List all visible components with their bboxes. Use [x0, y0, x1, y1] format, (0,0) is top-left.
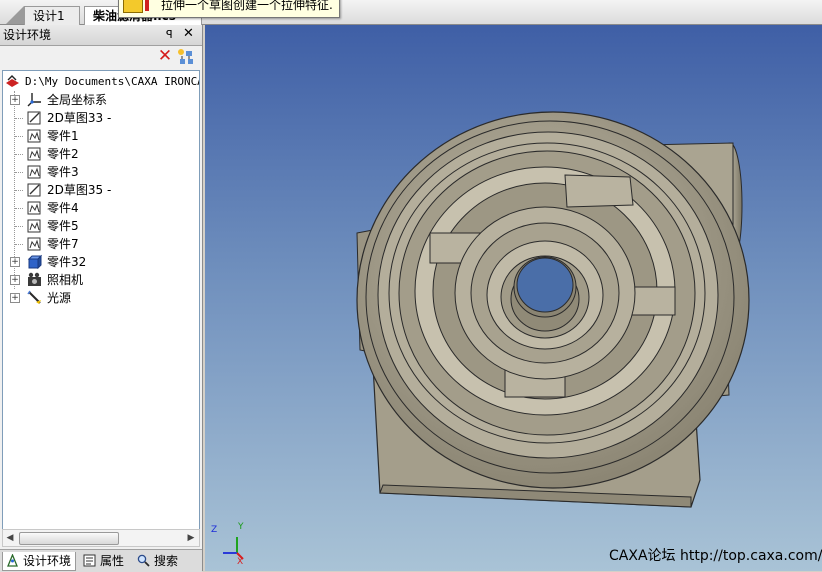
tab-search[interactable]: 搜索 — [134, 552, 194, 570]
extrude-tooltip: 拉伸一个草图创建一个拉伸特征. — [118, 0, 340, 18]
sketch-icon — [27, 183, 41, 197]
forum-watermark: CAXA论坛 http://top.caxa.com/ — [609, 548, 822, 564]
axis-label-x: X — [237, 557, 244, 567]
tree-item-label: 光源 — [47, 291, 72, 305]
tree-item-label: 零件4 — [47, 201, 79, 215]
camera-icon — [28, 272, 41, 286]
close-icon[interactable]: ✕ — [183, 24, 194, 44]
delete-icon[interactable]: ✕ — [157, 48, 173, 65]
part-icon — [27, 165, 41, 179]
panel-header: 设计环境 ꟼ ✕ — [0, 25, 202, 46]
expand-icon[interactable]: + — [10, 293, 20, 303]
tab-design1[interactable]: 设计1 — [24, 6, 80, 25]
expand-icon[interactable]: + — [10, 257, 20, 267]
tree-item-label: 零件7 — [47, 237, 79, 251]
tree-item-label: 零件3 — [47, 165, 79, 179]
tree-guide-tick — [15, 136, 23, 137]
axis-label-z: Z — [211, 525, 218, 535]
tree-item-label: 零件32 — [47, 255, 87, 269]
design-env-icon — [7, 554, 18, 567]
scroll-left-icon[interactable]: ◀ — [3, 530, 17, 546]
panel-bottom-tabs: 设计环境 属性 搜索 — [0, 549, 202, 572]
tree-item-label: 全局坐标系 — [47, 93, 108, 107]
tree-horizontal-scrollbar[interactable]: ◀ ▶ — [2, 529, 200, 547]
extrude-marker-icon — [145, 0, 149, 11]
tree-guide-tick — [15, 172, 23, 173]
scene-tree: D:\My Documents\CAXA IRONCAD + 全局坐标系 2D草… — [2, 70, 200, 532]
tree-options-icon[interactable] — [177, 48, 195, 66]
tree-guide-tick — [15, 118, 23, 119]
part-icon — [27, 129, 41, 143]
sketch-icon — [27, 111, 41, 125]
3d-viewport[interactable]: Y Z X CAXA论坛 http://top.caxa.com/ — [205, 25, 822, 571]
tree-item-label: 照相机 — [47, 273, 84, 287]
tree-item-label: 零件1 — [47, 129, 79, 143]
tree-item-label: 零件2 — [47, 147, 79, 161]
extrude-icon — [123, 0, 143, 13]
tooltip-text: 拉伸一个草图创建一个拉伸特征. — [161, 0, 333, 12]
part-icon — [27, 147, 41, 161]
part-icon — [27, 219, 41, 233]
assembly-icon — [27, 254, 42, 269]
panel-title: 设计环境 — [3, 28, 52, 42]
panel-toolbar: ✕ — [0, 46, 202, 68]
axes-icon — [27, 93, 41, 107]
tree-item-label: 零件5 — [47, 219, 79, 233]
part-icon — [27, 237, 41, 251]
tree-guide-tick — [15, 226, 23, 227]
part-icon — [27, 201, 41, 215]
tab-strip-corner — [6, 6, 24, 24]
bottom-tab-label: 搜索 — [154, 554, 179, 568]
tree-root-label: D:\My Documents\CAXA IRONCAD — [25, 75, 200, 88]
design-environment-panel: 设计环境 ꟼ ✕ ✕ D:\My Documents\CAXA IRONCAD … — [0, 25, 203, 572]
scrollbar-thumb[interactable] — [19, 532, 119, 545]
tree-item-label: 2D草图33 - — [47, 111, 112, 125]
axis-label-y: Y — [238, 522, 244, 532]
tree-item-label: 2D草图35 - — [47, 183, 112, 197]
light-icon — [27, 290, 41, 304]
tree-guide-tick — [15, 208, 23, 209]
bottom-tab-label: 属性 — [100, 554, 125, 568]
tree-guide-tick — [15, 190, 23, 191]
bottom-tab-label: 设计环境 — [23, 554, 72, 568]
pin-icon[interactable]: ꟼ — [166, 25, 173, 45]
tree-guide-tick — [15, 154, 23, 155]
tab-properties[interactable]: 属性 — [80, 552, 130, 570]
tree-guide-tick — [15, 244, 23, 245]
tab-design-environment[interactable]: 设计环境 — [2, 552, 76, 571]
expand-icon[interactable]: + — [10, 95, 20, 105]
scroll-right-icon[interactable]: ▶ — [184, 530, 198, 546]
diesel-filter-model[interactable] — [205, 25, 822, 571]
expand-icon[interactable]: + — [10, 275, 20, 285]
properties-icon — [83, 554, 96, 567]
scene-root-icon — [6, 75, 19, 87]
search-icon — [137, 554, 150, 567]
